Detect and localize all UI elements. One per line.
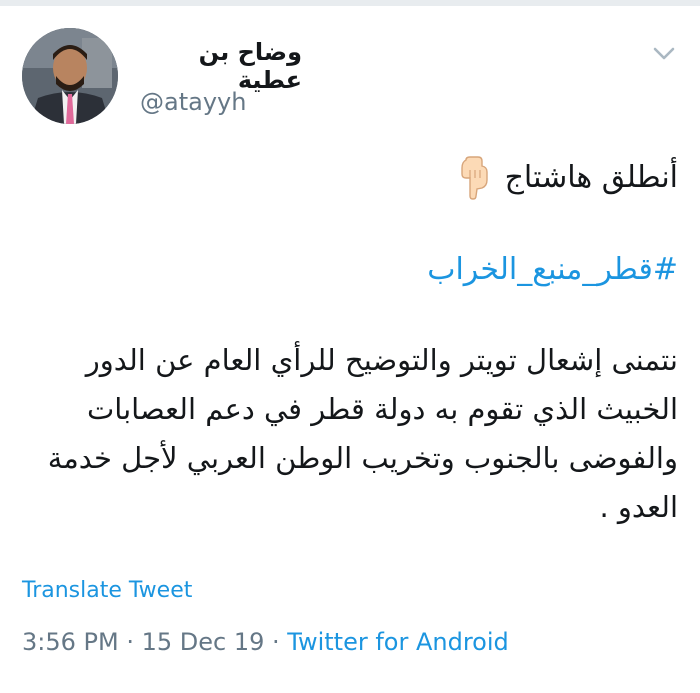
tweet-metadata: 3:56 PM · 15 Dec 19 · Twitter for Androi…: [22, 628, 509, 656]
tweet-body-text: نتمنى إشعال تويتر والتوضيح للرأي العام ع…: [47, 343, 678, 524]
top-divider: [0, 0, 700, 6]
tweet-line1-text: أنطلق هاشتاج: [504, 160, 678, 195]
avatar[interactable]: [22, 28, 118, 124]
author-display-name[interactable]: وضاح بن عطية: [142, 38, 302, 94]
translate-tweet-link[interactable]: Translate Tweet: [22, 578, 192, 603]
tweet-source-link[interactable]: Twitter for Android: [287, 628, 508, 656]
hashtag-link[interactable]: #قطر_منبع_الخراب: [22, 242, 678, 298]
pointing-down-emoji: [460, 156, 488, 200]
meta-separator: ·: [264, 628, 288, 656]
chevron-down-icon: [653, 47, 675, 60]
tweet-date: 15 Dec 19: [141, 628, 265, 656]
tweet-line-announcement: أنطلق هاشتاج: [22, 150, 678, 206]
author-handle[interactable]: @atayyh: [140, 88, 246, 116]
meta-separator: ·: [118, 628, 142, 656]
tweet-time: 3:56 PM: [22, 628, 119, 656]
avatar-photo: [22, 28, 118, 124]
tweet-menu-button[interactable]: [646, 36, 682, 72]
